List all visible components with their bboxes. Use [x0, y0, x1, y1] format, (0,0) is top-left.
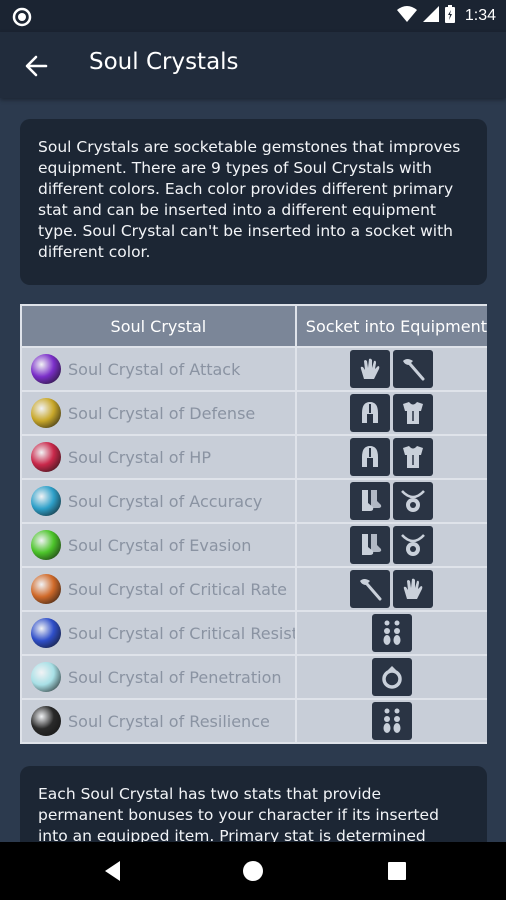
gem-icon: [31, 530, 61, 560]
socket-equipment-cell: [296, 612, 487, 654]
table-row: Soul Crystal of HP: [22, 436, 487, 478]
gem-icon: [31, 574, 61, 604]
battery-icon: [444, 5, 455, 27]
crystal-name: Soul Crystal of Accuracy: [68, 491, 263, 511]
crystal-name: Soul Crystal of Critical Rate: [68, 579, 288, 599]
socket-equipment-cell: [296, 480, 487, 522]
table-row: Soul Crystal of Critical Rate: [22, 568, 487, 610]
stats-card: Each Soul Crystal has two stats that pro…: [20, 766, 487, 842]
table-row: Soul Crystal of Accuracy: [22, 480, 487, 522]
crystal-name: Soul Crystal of Penetration: [68, 667, 282, 687]
crystal-name-cell: Soul Crystal of Defense: [22, 392, 295, 434]
signal-icon: [422, 6, 439, 26]
crystal-name-cell: Soul Crystal of Attack: [22, 348, 295, 390]
crystal-name: Soul Crystal of HP: [68, 447, 211, 467]
content-scroll[interactable]: Soul Crystals are socketable gemstones t…: [0, 98, 506, 842]
crystal-name: Soul Crystal of Evasion: [68, 535, 252, 555]
socket-equipment-cell: [296, 436, 487, 478]
table-row: Soul Crystal of Evasion: [22, 524, 487, 566]
status-time: 1:34: [464, 7, 496, 24]
back-nav-icon[interactable]: [100, 858, 126, 884]
crystal-name-cell: Soul Crystal of Penetration: [22, 656, 295, 698]
stats-text: Each Soul Crystal has two stats that pro…: [38, 785, 439, 842]
crystal-name-cell: Soul Crystal of HP: [22, 436, 295, 478]
header-socket: Socket into Equipment: [296, 306, 487, 346]
table-row: Soul Crystal of Penetration: [22, 656, 487, 698]
gem-icon: [31, 618, 61, 648]
gem-icon: [31, 706, 61, 736]
crystal-name-cell: Soul Crystal of Accuracy: [22, 480, 295, 522]
crystal-name: Soul Crystal of Defense: [68, 403, 256, 423]
intro-text: Soul Crystals are socketable gemstones t…: [38, 138, 461, 261]
table-row: Soul Crystal of Defense: [22, 392, 487, 434]
glove-icon: [350, 350, 391, 388]
back-arrow-icon[interactable]: [22, 52, 50, 80]
notification-circle-icon: [12, 7, 32, 31]
boots-icon: [350, 526, 391, 564]
amulet-icon: [393, 482, 434, 520]
crystal-name: Soul Crystal of Critical Resist: [68, 623, 295, 643]
glove-icon: [393, 570, 434, 608]
table-row: Soul Crystal of Resilience: [22, 700, 487, 742]
page-title: Soul Crystals: [89, 49, 239, 75]
gem-icon: [31, 398, 61, 428]
socket-equipment-cell: [296, 568, 487, 610]
armor-icon: [393, 438, 434, 476]
ring-icon: [371, 658, 412, 696]
table-header: Soul Crystal Socket into Equipment: [22, 306, 487, 346]
app-bar: Soul Crystals: [0, 32, 506, 98]
socket-equipment-cell: [296, 656, 487, 698]
amulet-icon: [393, 526, 434, 564]
home-nav-icon[interactable]: [240, 858, 266, 884]
table-row: Soul Crystal of Attack: [22, 348, 487, 390]
gem-icon: [31, 354, 61, 384]
status-bar: 1:34: [0, 0, 506, 32]
socket-equipment-cell: [296, 392, 487, 434]
recents-nav-icon[interactable]: [384, 858, 410, 884]
gem-icon: [31, 486, 61, 516]
soul-crystal-table: Soul Crystal Socket into Equipment Soul …: [20, 304, 487, 744]
helmet-icon: [350, 438, 391, 476]
crystal-name-cell: Soul Crystal of Critical Resist: [22, 612, 295, 654]
boots-icon: [350, 482, 391, 520]
crystal-name: Soul Crystal of Attack: [68, 359, 241, 379]
crystal-name-cell: Soul Crystal of Evasion: [22, 524, 295, 566]
gem-icon: [31, 662, 61, 692]
armor-icon: [393, 394, 434, 432]
helmet-icon: [350, 394, 391, 432]
socket-equipment-cell: [296, 700, 487, 742]
crystal-name: Soul Crystal of Resilience: [68, 711, 270, 731]
crystal-name-cell: Soul Crystal of Critical Rate: [22, 568, 295, 610]
socket-equipment-cell: [296, 348, 487, 390]
axe-icon: [350, 570, 391, 608]
gem-icon: [31, 442, 61, 472]
earrings-icon: [371, 702, 412, 740]
intro-card: Soul Crystals are socketable gemstones t…: [20, 119, 487, 285]
crystal-name-cell: Soul Crystal of Resilience: [22, 700, 295, 742]
navigation-bar: [0, 842, 506, 900]
wifi-icon: [396, 6, 417, 26]
table-row: Soul Crystal of Critical Resist: [22, 612, 487, 654]
axe-icon: [393, 350, 434, 388]
socket-equipment-cell: [296, 524, 487, 566]
earrings-icon: [371, 614, 412, 652]
header-soul-crystal: Soul Crystal: [22, 306, 295, 346]
